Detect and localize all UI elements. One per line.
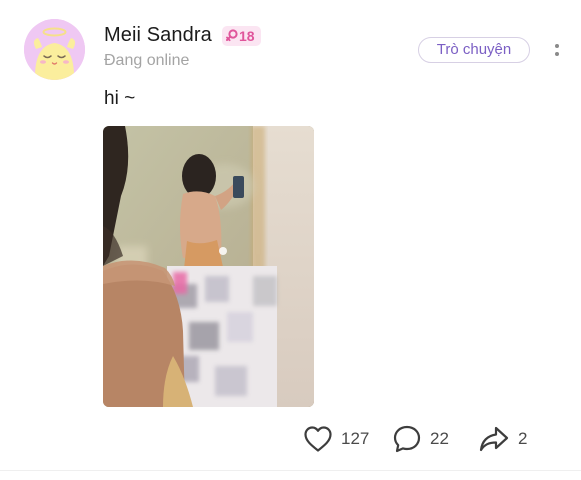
- share-arrow-icon: [479, 426, 509, 452]
- comment-button[interactable]: 22: [392, 423, 449, 455]
- share-count: 2: [518, 429, 528, 448]
- post-divider: [0, 470, 581, 471]
- female-symbol-icon: [226, 29, 238, 42]
- user-name[interactable]: Meii Sandra: [104, 24, 212, 47]
- like-button[interactable]: 127: [303, 423, 369, 455]
- comment-count: 22: [430, 429, 449, 448]
- avatar[interactable]: [24, 19, 85, 80]
- age-badge-text: 18: [239, 28, 255, 44]
- online-status: Đang online: [104, 52, 190, 69]
- comment-bubble-icon: [393, 425, 421, 453]
- share-button[interactable]: 2: [478, 423, 527, 455]
- more-vertical-icon: [555, 44, 559, 56]
- age-gender-badge: 18: [222, 26, 261, 46]
- like-count: 127: [341, 429, 370, 448]
- heart-icon: [304, 426, 332, 452]
- chat-button[interactable]: Trò chuyện: [418, 37, 530, 63]
- feed-post: Meii Sandra 18 Đang online Trò chuyện hi…: [0, 0, 581, 480]
- more-options-button[interactable]: [548, 40, 566, 62]
- post-text: hi ~: [104, 88, 136, 109]
- mirror-selfie-photo: [103, 126, 314, 407]
- post-image[interactable]: [103, 126, 314, 407]
- avatar-character-icon: [24, 19, 85, 80]
